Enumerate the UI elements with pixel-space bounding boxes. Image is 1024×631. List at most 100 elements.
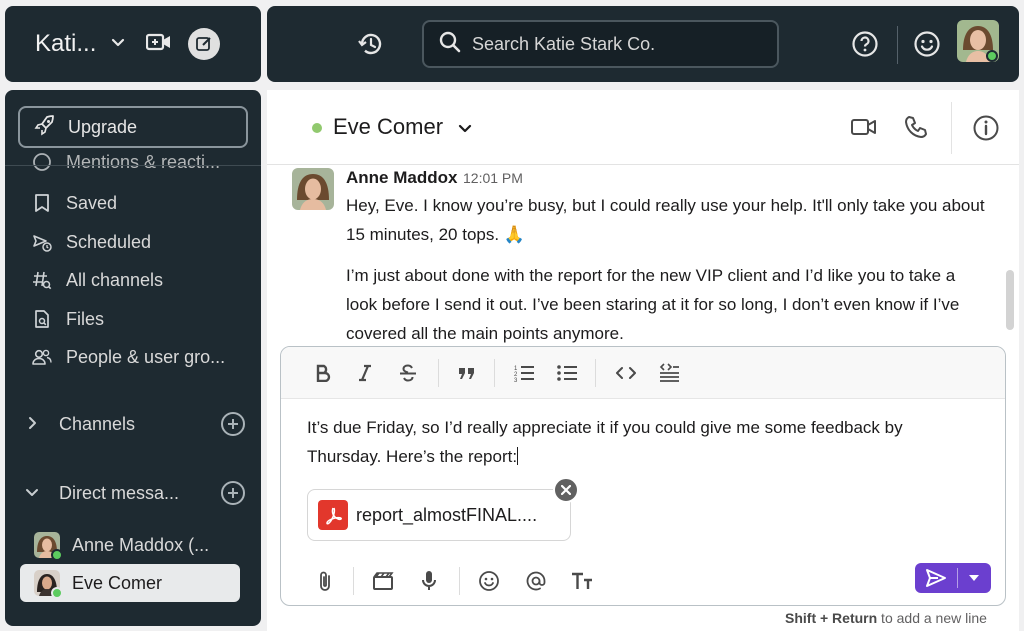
workspace-name[interactable]: Kati... — [35, 30, 96, 58]
composer-actions — [281, 559, 1005, 605]
code-block-icon[interactable] — [657, 361, 681, 385]
sidebar-item-label: People & user gro... — [66, 346, 226, 367]
message-text: Hey, Eve. I know you’re busy, but I coul… — [346, 196, 985, 244]
avatar[interactable] — [292, 168, 334, 210]
divider — [438, 359, 439, 387]
pdf-icon — [318, 500, 348, 530]
schedule-send-dropdown[interactable] — [958, 563, 990, 593]
bold-icon[interactable] — [311, 361, 335, 385]
divider — [5, 165, 261, 166]
sidebar-item-saved[interactable]: Saved — [31, 188, 251, 218]
phone-icon[interactable] — [903, 114, 929, 145]
info-icon[interactable] — [972, 114, 1000, 147]
compose-button[interactable] — [188, 28, 221, 60]
attach-icon[interactable] — [313, 569, 337, 593]
bookmark-icon — [31, 192, 53, 214]
attachment-name: report_almostFINAL.... — [356, 504, 538, 525]
chevron-down-icon[interactable] — [457, 120, 473, 141]
rocket-icon — [34, 114, 56, 141]
dm-item-anne-maddox[interactable]: Anne Maddox (... — [20, 526, 240, 564]
add-dm-button[interactable] — [221, 481, 245, 505]
svg-text:3: 3 — [514, 378, 518, 383]
add-channel-button[interactable] — [221, 412, 245, 436]
message-text: I’m just about done with the report for … — [346, 266, 960, 343]
divider — [951, 102, 952, 154]
people-icon — [31, 346, 53, 368]
sidebar-item-mentions[interactable]: Mentions & reacti... — [31, 152, 251, 172]
mention-icon[interactable] — [524, 569, 548, 593]
italic-icon[interactable] — [353, 361, 377, 385]
sidebar-item-label: Mentions & reacti... — [66, 152, 221, 172]
sidebar-item-people[interactable]: People & user gro... — [31, 342, 251, 372]
sidebar: Mentions & reacti... Upgrade Saved Sched… — [5, 90, 261, 626]
sidebar-item-files[interactable]: Files — [31, 304, 251, 334]
divider — [897, 26, 898, 64]
hint-text: to add a new line — [877, 610, 987, 626]
message-author[interactable]: Anne Maddox — [346, 168, 457, 188]
sidebar-item-label: Scheduled — [66, 231, 152, 252]
search-icon — [438, 30, 462, 59]
files-icon — [31, 308, 53, 330]
upgrade-label: Upgrade — [68, 116, 138, 137]
strikethrough-icon[interactable] — [396, 361, 420, 385]
attachment-chip[interactable]: report_almostFINAL.... — [307, 489, 571, 541]
search-input[interactable]: Search Katie Stark Co. — [422, 20, 779, 68]
workspace-bar: Kati... — [5, 6, 261, 82]
text-format-icon[interactable] — [570, 569, 594, 593]
chat-title[interactable]: Eve Comer — [333, 114, 443, 140]
search-placeholder: Search Katie Stark Co. — [472, 33, 656, 54]
video-clip-icon[interactable] — [371, 569, 395, 593]
microphone-icon[interactable] — [417, 569, 441, 593]
quote-icon[interactable] — [455, 361, 479, 385]
avatar — [34, 570, 63, 599]
top-bar: Search Katie Stark Co. — [267, 6, 1019, 82]
chevron-down-icon — [25, 483, 47, 504]
bulleted-list-icon[interactable] — [555, 361, 579, 385]
text-caret — [517, 447, 519, 465]
chat-header: Eve Comer — [267, 90, 1019, 165]
new-huddle-icon[interactable] — [146, 32, 172, 57]
presence-indicator — [51, 587, 63, 599]
channels-section-toggle[interactable]: Channels — [25, 409, 245, 439]
sidebar-item-label: Files — [66, 308, 105, 329]
divider — [353, 567, 354, 595]
sidebar-item-all-channels[interactable]: All channels — [31, 265, 251, 295]
send-button-group — [915, 563, 991, 593]
history-icon[interactable] — [357, 30, 385, 63]
dm-item-label: Anne Maddox (... — [72, 534, 210, 555]
channels-section-label: Channels — [59, 413, 136, 434]
scrollbar[interactable] — [1006, 270, 1014, 330]
chat-panel: Eve Comer Anne Maddox 12:01 PM Hey, Eve.… — [267, 90, 1019, 631]
draft-text: It’s due Friday, so I’d really appreciat… — [307, 418, 903, 466]
message-timestamp[interactable]: 12:01 PM — [463, 170, 523, 186]
emoji-icon[interactable] — [477, 569, 501, 593]
divider — [494, 359, 495, 387]
help-icon[interactable] — [851, 30, 879, 63]
dm-section-toggle[interactable]: Direct messa... — [25, 478, 245, 508]
composer-hint: Shift + Return to add a new line — [785, 610, 987, 626]
message-input[interactable]: It’s due Friday, so I’d really appreciat… — [307, 413, 967, 471]
dm-item-label: Eve Comer — [72, 572, 163, 593]
scheduled-send-icon — [31, 231, 53, 253]
sidebar-item-label: All channels — [66, 269, 164, 290]
message-list: Anne Maddox 12:01 PM Hey, Eve. I know yo… — [267, 166, 1019, 346]
upgrade-button[interactable]: Upgrade — [18, 106, 248, 148]
chevron-right-icon — [25, 414, 47, 435]
avatar — [34, 532, 63, 561]
sidebar-item-scheduled[interactable]: Scheduled — [31, 227, 251, 257]
emoji-status-icon[interactable] — [913, 30, 941, 63]
user-avatar[interactable] — [957, 20, 999, 62]
message-composer: 123 It’s due Friday, so I’d really appre… — [280, 346, 1006, 606]
dm-item-eve-comer[interactable]: Eve Comer — [20, 564, 240, 602]
numbered-list-icon[interactable]: 123 — [512, 361, 536, 385]
divider — [459, 567, 460, 595]
status-dot — [312, 123, 322, 133]
sidebar-item-label: Saved — [66, 192, 118, 213]
chevron-down-icon[interactable] — [110, 34, 126, 55]
channels-search-icon — [31, 269, 53, 291]
video-call-icon[interactable] — [851, 116, 877, 143]
code-icon[interactable] — [614, 361, 638, 385]
send-button[interactable] — [915, 563, 957, 593]
remove-attachment-button[interactable] — [553, 477, 579, 503]
presence-indicator — [51, 549, 63, 561]
